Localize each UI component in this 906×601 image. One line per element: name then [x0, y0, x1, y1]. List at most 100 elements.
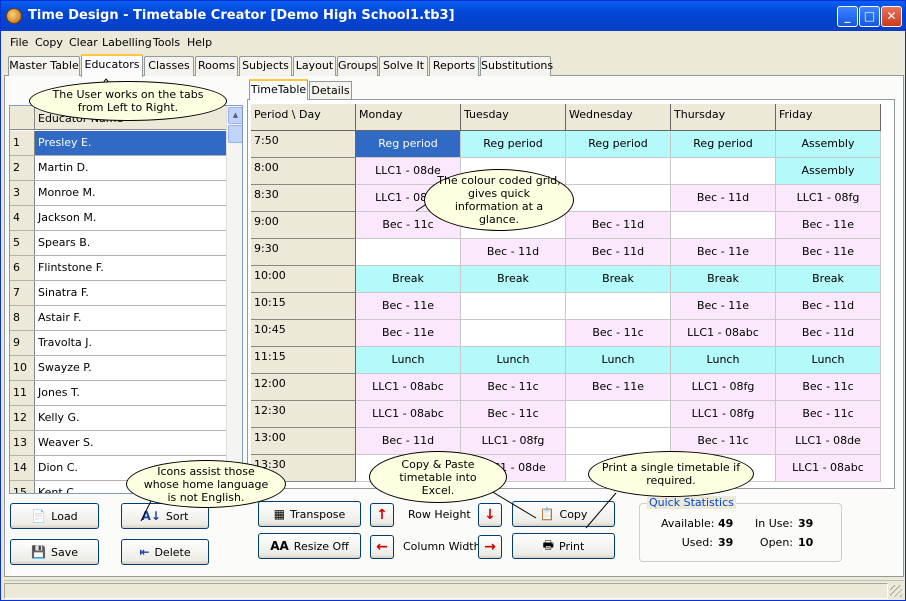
- period-time-cell[interactable]: 9:30: [251, 239, 356, 266]
- timetable-cell[interactable]: Bec - 11e: [776, 239, 881, 266]
- timetable-cell[interactable]: Bec - 11d: [776, 293, 881, 320]
- tab-solve-it[interactable]: Solve It: [379, 56, 428, 76]
- timetable-cell[interactable]: Break: [461, 266, 566, 293]
- period-time-cell[interactable]: 11:15: [251, 347, 356, 374]
- period-time-cell[interactable]: 9:00: [251, 212, 356, 239]
- period-time-cell[interactable]: 10:45: [251, 320, 356, 347]
- timetable-cell[interactable]: Bec - 11c: [461, 401, 566, 428]
- timetable-cell[interactable]: LLC1 - 08de: [776, 428, 881, 455]
- timetable-cell[interactable]: Bec - 11e: [356, 320, 461, 347]
- menu-labelling[interactable]: Labelling: [102, 36, 152, 49]
- educator-list-scrollbar[interactable]: ▲: [226, 106, 242, 493]
- educator-name-cell[interactable]: Kelly G.: [35, 406, 226, 430]
- period-time-cell[interactable]: 7:50: [251, 131, 356, 158]
- tab-classes[interactable]: Classes: [144, 56, 194, 76]
- load-button[interactable]: 📄 Load: [10, 503, 99, 529]
- tab-timetable[interactable]: TimeTable: [249, 79, 308, 100]
- timetable-cell[interactable]: [566, 293, 671, 320]
- print-button[interactable]: 🖶 Print: [512, 533, 615, 559]
- day-header[interactable]: Wednesday: [566, 104, 671, 131]
- timetable-cell[interactable]: [566, 185, 671, 212]
- scroll-thumb[interactable]: [228, 125, 242, 143]
- timetable-cell[interactable]: Reg period: [356, 131, 461, 158]
- timetable-cell[interactable]: Break: [776, 266, 881, 293]
- menu-tools[interactable]: Tools: [153, 36, 180, 49]
- timetable-cell[interactable]: [461, 320, 566, 347]
- delete-button[interactable]: ⇤ Delete: [121, 539, 209, 565]
- timetable-cell[interactable]: Bec - 11c: [776, 401, 881, 428]
- period-time-cell[interactable]: 10:15: [251, 293, 356, 320]
- tab-rooms[interactable]: Rooms: [195, 56, 238, 76]
- educator-name-cell[interactable]: Flintstone F.: [35, 256, 226, 280]
- timetable-cell[interactable]: LLC1 - 08abc: [356, 401, 461, 428]
- educator-row[interactable]: 13 Weaver S.: [10, 431, 226, 456]
- timetable-cell[interactable]: Break: [566, 266, 671, 293]
- menu-help[interactable]: Help: [187, 36, 212, 49]
- tab-layout[interactable]: Layout: [293, 56, 336, 76]
- timetable-cell[interactable]: Reg period: [461, 131, 566, 158]
- timetable-cell[interactable]: [566, 158, 671, 185]
- timetable-cell[interactable]: LLC1 - 08abc: [356, 374, 461, 401]
- educator-name-cell[interactable]: Presley E.: [35, 131, 226, 155]
- timetable-cell[interactable]: Bec - 11e: [566, 374, 671, 401]
- column-width-decrease-button[interactable]: ←: [370, 535, 394, 559]
- timetable-cell[interactable]: [671, 212, 776, 239]
- timetable-cell[interactable]: Bec - 11c: [461, 374, 566, 401]
- tab-reports[interactable]: Reports: [429, 56, 479, 76]
- educator-name-cell[interactable]: Sinatra F.: [35, 281, 226, 305]
- timetable-cell[interactable]: Bec - 11d: [776, 320, 881, 347]
- resize-grip-icon[interactable]: [890, 585, 902, 597]
- transpose-button[interactable]: ▦ Transpose: [258, 501, 361, 527]
- row-height-decrease-button[interactable]: ↓: [478, 503, 502, 527]
- timetable-cell[interactable]: Bec - 11d: [566, 212, 671, 239]
- period-time-cell[interactable]: 12:30: [251, 401, 356, 428]
- period-time-cell[interactable]: 8:00: [251, 158, 356, 185]
- tab-details[interactable]: Details: [309, 81, 352, 100]
- timetable-cell[interactable]: Assembly: [776, 158, 881, 185]
- timetable-cell[interactable]: Lunch: [461, 347, 566, 374]
- menu-copy[interactable]: Copy: [35, 36, 63, 49]
- row-height-increase-button[interactable]: ↑: [370, 503, 394, 527]
- timetable-cell[interactable]: Bec - 11e: [671, 293, 776, 320]
- timetable-cell[interactable]: Break: [356, 266, 461, 293]
- menu-clear[interactable]: Clear: [69, 36, 98, 49]
- scroll-up-icon[interactable]: ▲: [228, 107, 242, 124]
- educator-name-cell[interactable]: Astair F.: [35, 306, 226, 330]
- educator-list[interactable]: Educator Name 1Presley E.2Martin D.3Monr…: [9, 105, 243, 494]
- save-button[interactable]: 💾 Save: [10, 539, 99, 565]
- timetable-cell[interactable]: LLC1 - 08abc: [776, 455, 881, 482]
- educator-name-cell[interactable]: Weaver S.: [35, 431, 226, 455]
- timetable-cell[interactable]: Bec - 11d: [566, 239, 671, 266]
- educator-name-cell[interactable]: Monroe M.: [35, 181, 226, 205]
- timetable-cell[interactable]: Bec - 11e: [671, 239, 776, 266]
- period-time-cell[interactable]: 10:00: [251, 266, 356, 293]
- educator-row[interactable]: 12 Kelly G.: [10, 406, 226, 431]
- timetable-cell[interactable]: [671, 158, 776, 185]
- timetable-cell[interactable]: LLC1 - 08fg: [671, 374, 776, 401]
- timetable-cell[interactable]: [566, 401, 671, 428]
- educator-row[interactable]: 9 Travolta J.: [10, 331, 226, 356]
- timetable-cell[interactable]: Assembly: [776, 131, 881, 158]
- timetable-cell[interactable]: Bec - 11d: [671, 185, 776, 212]
- period-time-cell[interactable]: 8:30: [251, 185, 356, 212]
- educator-row[interactable]: 5 Spears B.: [10, 231, 226, 256]
- educator-row[interactable]: 11 Jones T.: [10, 381, 226, 406]
- timetable-cell[interactable]: Bec - 11d: [461, 239, 566, 266]
- timetable-cell[interactable]: Bec - 11e: [356, 293, 461, 320]
- educator-name-cell[interactable]: Martin D.: [35, 156, 226, 180]
- timetable-cell[interactable]: Lunch: [566, 347, 671, 374]
- educator-name-cell[interactable]: Travolta J.: [35, 331, 226, 355]
- day-header[interactable]: Tuesday: [461, 104, 566, 131]
- period-time-cell[interactable]: 13:00: [251, 428, 356, 455]
- educator-name-cell[interactable]: Spears B.: [35, 231, 226, 255]
- day-header[interactable]: Monday: [356, 104, 461, 131]
- day-header[interactable]: Thursday: [671, 104, 776, 131]
- timetable-cell[interactable]: [356, 239, 461, 266]
- menu-file[interactable]: File: [10, 36, 28, 49]
- timetable-cell[interactable]: Lunch: [356, 347, 461, 374]
- column-width-increase-button[interactable]: →: [478, 535, 502, 559]
- tab-master-table[interactable]: Master Table: [8, 56, 80, 76]
- timetable-cell[interactable]: Bec - 11c: [776, 374, 881, 401]
- tab-educators[interactable]: Educators: [81, 54, 143, 77]
- timetable-cell[interactable]: LLC1 - 08abc: [671, 320, 776, 347]
